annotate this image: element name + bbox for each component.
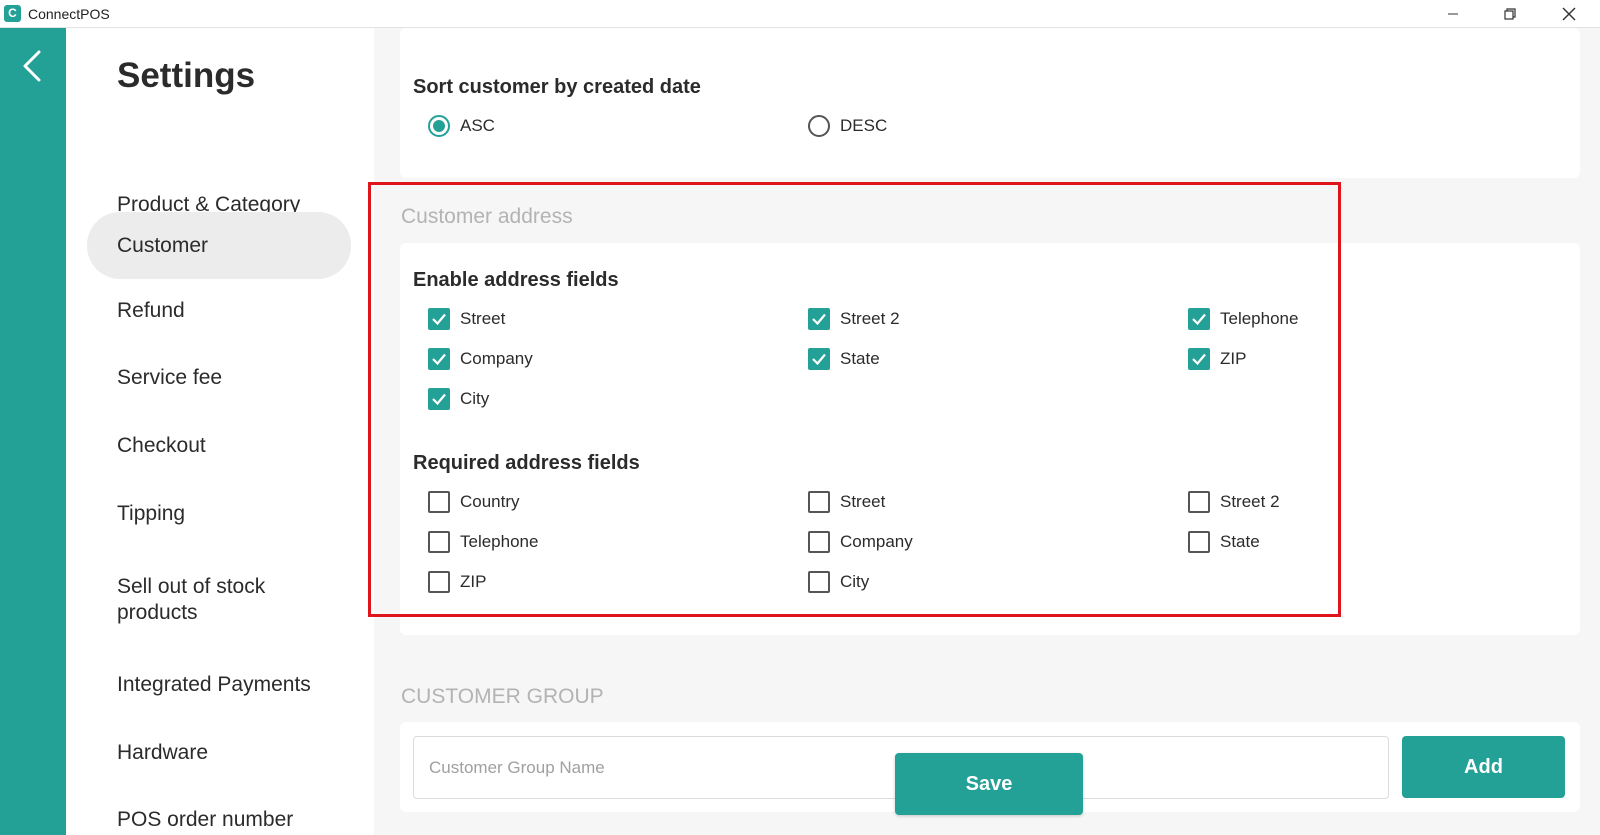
checkbox-label: Street 2: [840, 309, 900, 328]
enable-company-checkbox[interactable]: Company: [428, 348, 533, 370]
checkbox-empty-icon: [808, 531, 830, 553]
enable-street2-checkbox[interactable]: Street 2: [808, 308, 900, 330]
enable-city-checkbox[interactable]: City: [428, 388, 489, 410]
enable-fields-heading: Enable address fields: [413, 269, 619, 291]
check-icon: [428, 388, 450, 410]
checkbox-label: City: [840, 572, 870, 591]
checkbox-empty-icon: [428, 491, 450, 513]
radio-label: ASC: [460, 116, 495, 135]
enable-street-checkbox[interactable]: Street: [428, 308, 505, 330]
checkbox-label: City: [460, 389, 490, 408]
nav-item-label: Checkout: [117, 434, 206, 457]
radio-label: DESC: [840, 116, 888, 135]
checkbox-label: Telephone: [460, 532, 539, 551]
required-telephone-checkbox[interactable]: Telephone: [428, 531, 538, 553]
customer-address-title: Customer address: [401, 205, 573, 228]
add-group-button[interactable]: Add: [1402, 736, 1565, 798]
checkbox-empty-icon: [1188, 531, 1210, 553]
close-button[interactable]: [1546, 0, 1592, 28]
checkbox-label: Street 2: [1220, 492, 1280, 511]
nav-item-refund[interactable]: Refund: [87, 286, 351, 336]
radio-selected-icon: [428, 115, 450, 137]
enable-state-checkbox[interactable]: State: [808, 348, 880, 370]
checkbox-label: ZIP: [1220, 349, 1247, 368]
check-icon: [428, 348, 450, 370]
nav-item-label: Customer: [117, 233, 209, 257]
required-company-checkbox[interactable]: Company: [808, 531, 913, 553]
nav-item-checkout[interactable]: Checkout: [87, 421, 351, 471]
required-fields-heading: Required address fields: [413, 452, 640, 474]
checkbox-empty-icon: [428, 531, 450, 553]
back-button[interactable]: [14, 48, 50, 84]
nav-item-pos-order-number[interactable]: POS order number: [87, 795, 351, 835]
checkbox-label: ZIP: [460, 572, 487, 591]
nav-item-integrated-payments[interactable]: Integrated Payments: [87, 660, 351, 710]
checkbox-label: State: [840, 349, 880, 368]
nav-item-hardware[interactable]: Hardware: [87, 728, 351, 778]
checkbox-label: Country: [460, 492, 520, 511]
nav-item-label: Refund: [117, 299, 185, 322]
save-button[interactable]: Save: [895, 753, 1083, 815]
checkbox-empty-icon: [808, 571, 830, 593]
nav-item-sell-out-of-stock[interactable]: Sell out of stock products: [87, 568, 351, 632]
required-street-checkbox[interactable]: Street: [808, 491, 885, 513]
required-city-checkbox[interactable]: City: [808, 571, 869, 593]
sort-heading: Sort customer by created date: [413, 76, 701, 98]
settings-title: Settings: [117, 56, 256, 95]
check-icon: [808, 348, 830, 370]
nav-item-label: Integrated Payments: [117, 673, 311, 696]
settings-sidebar: Settings Product & Category Customer Ref…: [66, 28, 374, 835]
required-street2-checkbox[interactable]: Street 2: [1188, 491, 1280, 513]
radio-asc[interactable]: ASC: [428, 115, 495, 137]
radio-desc[interactable]: DESC: [808, 115, 887, 137]
nav-item-customer[interactable]: Customer: [87, 212, 351, 279]
required-country-checkbox[interactable]: Country: [428, 491, 520, 513]
required-state-checkbox[interactable]: State: [1188, 531, 1260, 553]
chevron-left-icon: [23, 50, 41, 82]
customer-group-title: CUSTOMER GROUP: [401, 685, 604, 708]
nav-item-service-fee[interactable]: Service fee: [87, 353, 351, 403]
nav-item-label: POS order number: [117, 808, 294, 831]
checkbox-empty-icon: [808, 491, 830, 513]
check-icon: [1188, 308, 1210, 330]
check-icon: [428, 308, 450, 330]
nav-item-label: Sell out of stock products: [117, 575, 266, 624]
app-title: ConnectPOS: [28, 6, 110, 22]
nav-item-label: Service fee: [117, 366, 223, 389]
checkbox-empty-icon: [1188, 491, 1210, 513]
checkbox-label: Street: [460, 309, 506, 328]
checkbox-empty-icon: [428, 571, 450, 593]
checkbox-label: Company: [460, 349, 533, 368]
check-icon: [1188, 348, 1210, 370]
checkbox-label: Telephone: [1220, 309, 1299, 328]
app-logo-icon: C: [4, 5, 21, 22]
nav-item-tipping[interactable]: Tipping: [87, 489, 351, 539]
minimize-button[interactable]: [1430, 0, 1476, 28]
radio-unselected-icon: [808, 115, 830, 137]
required-zip-checkbox[interactable]: ZIP: [428, 571, 486, 593]
sort-card: [400, 28, 1580, 178]
restore-icon: [1504, 8, 1516, 20]
enable-zip-checkbox[interactable]: ZIP: [1188, 348, 1246, 370]
checkbox-label: Street: [840, 492, 886, 511]
left-rail: [0, 28, 66, 835]
title-bar: C ConnectPOS: [0, 0, 1600, 28]
enable-telephone-checkbox[interactable]: Telephone: [1188, 308, 1298, 330]
close-icon: [1562, 7, 1576, 21]
customer-address-card: [400, 243, 1580, 635]
check-icon: [808, 308, 830, 330]
checkbox-label: State: [1220, 532, 1260, 551]
checkbox-label: Company: [840, 532, 913, 551]
nav-item-label: Tipping: [117, 502, 186, 525]
restore-button[interactable]: [1487, 0, 1533, 28]
nav-item-label: Hardware: [117, 741, 209, 764]
minimize-icon: [1448, 13, 1458, 15]
